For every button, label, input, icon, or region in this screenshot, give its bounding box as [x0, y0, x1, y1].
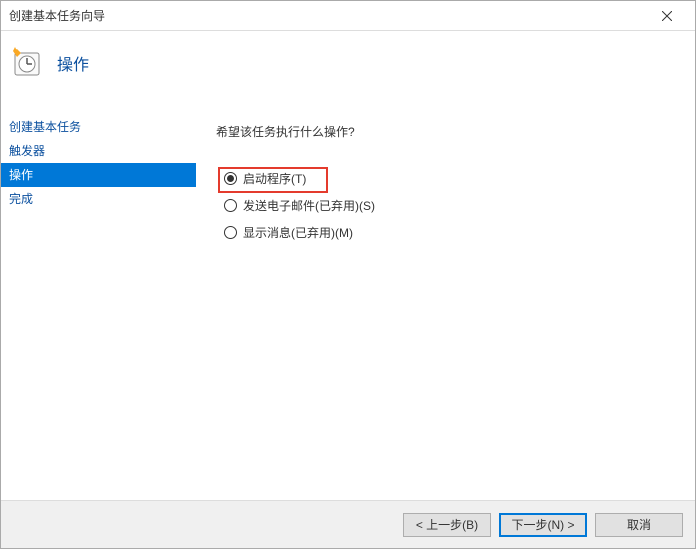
- wizard-header: 操作: [1, 31, 695, 95]
- close-button[interactable]: [647, 2, 687, 30]
- radio-icon: [224, 226, 237, 239]
- radio-start-program[interactable]: 启动程序(T): [224, 170, 675, 187]
- back-button[interactable]: < 上一步(B): [403, 513, 491, 537]
- content-area: 希望该任务执行什么操作? 启动程序(T) 发送电子邮件(已弃用)(S) 显示消息…: [196, 95, 695, 500]
- radio-label: 显示消息(已弃用)(M): [243, 224, 353, 241]
- action-radio-group: 启动程序(T) 发送电子邮件(已弃用)(S) 显示消息(已弃用)(M): [216, 170, 675, 241]
- titlebar: 创建基本任务向导: [1, 1, 695, 31]
- sidebar-item-trigger[interactable]: 触发器: [1, 139, 196, 163]
- radio-label: 启动程序(T): [243, 170, 306, 187]
- cancel-button[interactable]: 取消: [595, 513, 683, 537]
- radio-send-email[interactable]: 发送电子邮件(已弃用)(S): [224, 197, 675, 214]
- radio-icon: [224, 199, 237, 212]
- sidebar-item-action[interactable]: 操作: [1, 163, 196, 187]
- footer: < 上一步(B) 下一步(N) > 取消: [1, 500, 695, 548]
- sidebar-item-create-task[interactable]: 创建基本任务: [1, 115, 196, 139]
- wizard-body: 创建基本任务 触发器 操作 完成 希望该任务执行什么操作? 启动程序(T) 发送…: [1, 95, 695, 500]
- window-title: 创建基本任务向导: [9, 7, 647, 24]
- close-icon: [662, 8, 672, 24]
- question-text: 希望该任务执行什么操作?: [216, 123, 675, 140]
- page-title: 操作: [57, 51, 89, 75]
- sidebar-item-finish[interactable]: 完成: [1, 187, 196, 211]
- radio-display-message[interactable]: 显示消息(已弃用)(M): [224, 224, 675, 241]
- wizard-icon: [11, 47, 43, 79]
- next-button[interactable]: 下一步(N) >: [499, 513, 587, 537]
- radio-icon: [224, 172, 237, 185]
- radio-label: 发送电子邮件(已弃用)(S): [243, 197, 375, 214]
- sidebar: 创建基本任务 触发器 操作 完成: [1, 95, 196, 500]
